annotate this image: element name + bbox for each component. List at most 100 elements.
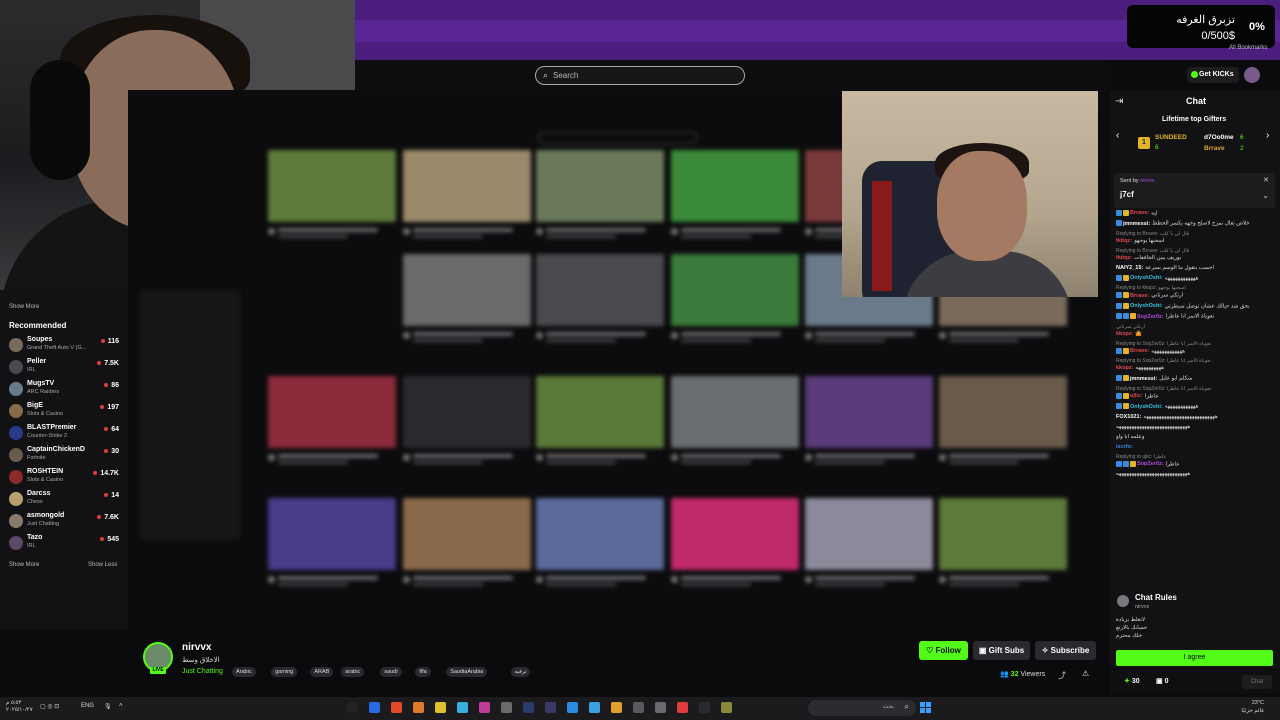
taskbar-app-icon[interactable]: [633, 702, 644, 713]
taskbar-app-icon[interactable]: [347, 702, 358, 713]
taskbar-app-icon[interactable]: [567, 702, 578, 713]
chat-message[interactable]: Replying to Brrave: قال لي يا كلب tkitqz:…: [1116, 231, 1276, 245]
stream-tag[interactable]: saudi: [380, 667, 402, 677]
chat-message[interactable]: FOX1021: ههههههههههههههههههههههههههههه: [1116, 414, 1276, 421]
chat-message[interactable]: iscrfo:: [1116, 444, 1276, 451]
sidebar-channel[interactable]: BLASTPremier Counter-Strike 2 64: [8, 423, 120, 443]
taskbar-app-icon[interactable]: [369, 702, 380, 713]
chat-message[interactable]: Replying to SopZer0z: تعوياة الاسر انا ع…: [1116, 386, 1276, 400]
chat-message[interactable]: jmnmessi: خلاص تعال نمزح لاصلح وجهه يكسر …: [1116, 220, 1276, 227]
chat-username[interactable]: OnlyshOshi:: [1130, 404, 1163, 410]
gifter-name[interactable]: d7Oo0me: [1204, 134, 1234, 141]
collapse-chat-icon[interactable]: ⇥: [1115, 96, 1123, 107]
start-button[interactable]: [920, 702, 931, 713]
chat-username[interactable]: ujlic:: [1130, 393, 1143, 399]
pinned-message[interactable]: Sent by nirvvx j7cf ✕ ⌄: [1114, 173, 1275, 208]
share-icon[interactable]: ⤴: [1058, 670, 1066, 681]
taskbar-app-icon[interactable]: [721, 702, 732, 713]
taskbar-app-icon[interactable]: [413, 702, 424, 713]
user-avatar[interactable]: [1244, 67, 1260, 83]
chat-message[interactable]: OnlyshOshi: بحق شد حيالك عشان توصل سيطرتي: [1116, 302, 1276, 310]
show-more-button[interactable]: Show More: [9, 304, 39, 310]
chat-username[interactable]: iscrfo:: [1116, 444, 1133, 450]
chat-message[interactable]: Replying to ujlic: عاطرا SopZer0z: عاطرا: [1116, 454, 1276, 468]
taskbar-app-icon[interactable]: [523, 702, 534, 713]
weather-widget[interactable]: 23°C غائم جزئيًا: [1228, 699, 1264, 715]
language-indicator[interactable]: ENG: [81, 703, 94, 709]
chat-username[interactable]: Brrave:: [1130, 348, 1149, 354]
gifter-name[interactable]: Brrave: [1204, 145, 1225, 152]
follow-button[interactable]: ♡ Follow: [919, 641, 968, 660]
sidebar-channel[interactable]: CaptainChickenD Fortnite 30: [8, 445, 120, 465]
sidebar-channel[interactable]: BigE Slots & Casino 197: [8, 401, 120, 421]
chevron-right-icon[interactable]: ›: [1266, 130, 1269, 141]
chat-username[interactable]: OnlyshOshi:: [1130, 303, 1163, 309]
taskbar-app-icon[interactable]: [655, 702, 666, 713]
chat-username[interactable]: jmnmessi:: [1130, 376, 1157, 382]
sidebar-channel[interactable]: ROSHTEIN Slots & Casino 14.7K: [8, 467, 120, 487]
chat-username[interactable]: Brrave:: [1130, 210, 1149, 216]
taskbar-app-icon[interactable]: [479, 702, 490, 713]
taskbar-app-icon[interactable]: [589, 702, 600, 713]
chat-message[interactable]: Replying to SopZer0z: تعوياة الاسر انا ع…: [1116, 341, 1276, 355]
search-box[interactable]: ⌕: [535, 66, 745, 85]
taskbar-app-icon[interactable]: [677, 702, 688, 713]
chat-message[interactable]: وعلمه انا واو: [1116, 434, 1276, 441]
chat-username[interactable]: tkitqz:: [1116, 238, 1132, 244]
microphone-icon[interactable]: 🎙: [104, 703, 112, 710]
chat-message[interactable]: ههههههههههههههههههههههههههههه: [1116, 424, 1276, 431]
chat-message[interactable]: NAIY2_15: احسب يتقول ما الوسم بسرعة: [1116, 265, 1276, 272]
report-icon[interactable]: ⚠: [1082, 669, 1089, 678]
chat-username[interactable]: tkitqz:: [1116, 255, 1132, 261]
chat-message[interactable]: SopZer0z: تعوياة الاسر انا عاطرا: [1116, 313, 1276, 320]
stream-tag[interactable]: ARAB: [310, 667, 334, 677]
streamer-name[interactable]: nirvvx: [182, 642, 211, 653]
stream-tag[interactable]: fifa: [415, 667, 431, 677]
chat-username[interactable]: Brrave:: [1130, 293, 1149, 299]
bookmarks-link[interactable]: All Bookmarks: [1229, 45, 1267, 51]
stream-tag[interactable]: Arabic: [232, 667, 256, 677]
taskbar-app-icon[interactable]: [611, 702, 622, 713]
gift-count[interactable]: ▣ 0: [1156, 677, 1168, 685]
taskbar-app-icon[interactable]: [457, 702, 468, 713]
chat-username[interactable]: kkopz:: [1116, 365, 1133, 371]
sidebar-channel[interactable]: Peller IRL 7.5K: [8, 357, 120, 377]
taskbar-app-icon[interactable]: [435, 702, 446, 713]
chat-message[interactable]: OnlyshOshi: ههههههههههههه: [1116, 403, 1276, 410]
chat-send-button[interactable]: Chat: [1242, 675, 1272, 689]
stream-tag[interactable]: gaming: [271, 667, 298, 677]
chevron-up-icon[interactable]: ˄: [119, 703, 123, 709]
show-less-button[interactable]: Show Less: [88, 562, 117, 568]
taskbar-app-icon[interactable]: [699, 702, 710, 713]
sidebar-channel[interactable]: MugsTV ARC Raiders 86: [8, 379, 120, 399]
gift-subs-button[interactable]: ▣ Gift Subs: [973, 641, 1030, 660]
chat-message[interactable]: OnlyshOshi: ههههههههههههه: [1116, 274, 1276, 282]
chat-username[interactable]: kkopz:: [1116, 331, 1133, 337]
stream-category[interactable]: Just Chatting: [182, 668, 223, 675]
chat-message[interactable]: ارتكي سرتاني kkopz: 🤷: [1116, 324, 1276, 338]
show-more-button[interactable]: Show More: [9, 562, 39, 568]
chat-message[interactable]: Replying to Brrave: قال لي يا كلب tkitqz:…: [1116, 248, 1276, 262]
chat-message[interactable]: Brrave: ليه: [1116, 210, 1276, 217]
stream-tag[interactable]: ترفيه: [510, 667, 531, 677]
chat-username[interactable]: SopZer0z:: [1137, 314, 1164, 320]
taskbar-app-icon[interactable]: [545, 702, 556, 713]
chat-username[interactable]: NAIY2_15:: [1116, 265, 1143, 271]
chat-username[interactable]: SopZer0z:: [1137, 461, 1164, 467]
chat-username[interactable]: jmnmessi:: [1123, 221, 1150, 227]
stream-tag[interactable]: SaudiaArabia: [446, 667, 488, 677]
chat-username[interactable]: OnlyshOshi:: [1130, 275, 1163, 281]
subscribe-button[interactable]: ✧ Subscribe: [1035, 641, 1096, 660]
agree-button[interactable]: I agree: [1116, 650, 1273, 666]
gifter-name[interactable]: SUNDEED: [1155, 134, 1187, 141]
taskbar-clock[interactable]: ٥:٥٣ م ٢٠٢٥/١٠/٢٧: [6, 700, 33, 714]
channel-points[interactable]: 30: [1124, 677, 1140, 685]
chat-message[interactable]: Replying to kkopz: اسحبها يوجهو Brrave: ار…: [1116, 285, 1276, 299]
taskbar-app-icon[interactable]: [391, 702, 402, 713]
chat-message[interactable]: jmnmessi: منكلم ابو عليل: [1116, 375, 1276, 382]
taskbar-app-icon[interactable]: [501, 702, 512, 713]
sidebar-channel[interactable]: Soupes Grand Theft Auto V (G... 116: [8, 335, 120, 355]
tray-icons[interactable]: ▢ ◎ ⊡: [40, 703, 59, 710]
sidebar-channel[interactable]: Darcss Chess 14: [8, 489, 120, 509]
stream-tag[interactable]: arabic: [341, 667, 365, 677]
